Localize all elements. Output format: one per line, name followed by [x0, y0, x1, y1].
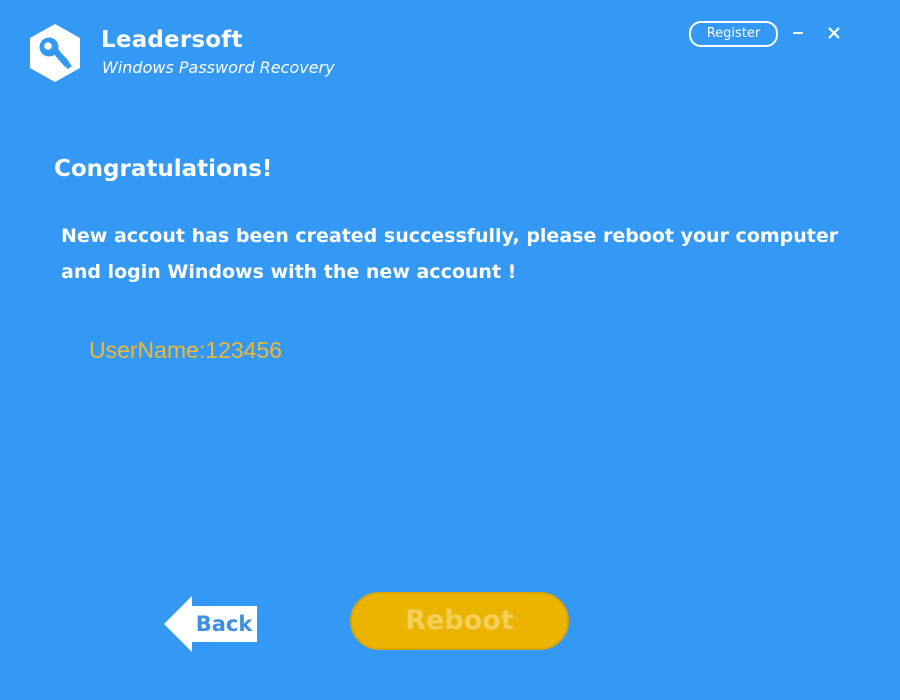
brand-name: Leadersoft [101, 27, 243, 53]
back-button[interactable]: Back [164, 595, 258, 653]
success-message: New accout has been created successfully… [61, 218, 839, 290]
product-name: Windows Password Recovery [102, 58, 335, 77]
register-button[interactable]: Register [689, 21, 778, 47]
reboot-button[interactable]: Reboot [350, 592, 569, 650]
message-line-1: New accout has been created successfully… [61, 225, 839, 247]
password-recovery-window: Leadersoft Windows Password Recovery Reg… [0, 0, 900, 700]
minimize-button[interactable] [787, 22, 809, 44]
minimize-icon [793, 32, 803, 34]
message-line-2: and login Windows with the new account ! [61, 261, 517, 283]
success-heading: Congratulations! [54, 156, 273, 182]
new-username: UserName:123456 [89, 337, 283, 363]
close-icon [828, 27, 840, 39]
leadersoft-logo-icon [28, 23, 82, 83]
back-label: Back [195, 612, 253, 636]
close-button[interactable] [823, 22, 845, 44]
